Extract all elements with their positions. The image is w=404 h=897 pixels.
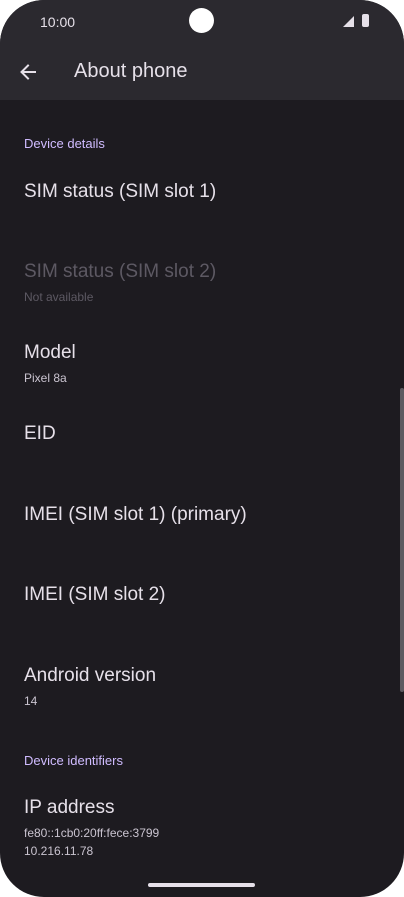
arrow-back-icon [20, 64, 36, 80]
pref-sim-status-slot-2: SIM status (SIM slot 2) Not available [0, 245, 396, 325]
page-title: About phone [74, 60, 188, 82]
pref-model[interactable]: Model Pixel 8a [0, 326, 396, 406]
phone-screen: 10:00 About phone Device details SIM sta… [0, 0, 404, 897]
app-bar: 10:00 About phone [0, 0, 404, 100]
pref-summary-ipv6: fe80::1cb0:20ff:fece:3799 [24, 826, 160, 840]
camera-cutout [189, 8, 214, 33]
scrollbar[interactable] [400, 388, 404, 692]
section-header-device-identifiers: Device identifiers [24, 753, 123, 768]
back-button[interactable] [8, 52, 48, 92]
pref-summary: 14 [24, 694, 38, 708]
pref-summary: Pixel 8a [24, 371, 67, 385]
pref-title: Model [24, 342, 76, 363]
pref-title: EID [24, 423, 56, 444]
battery-icon [362, 14, 369, 27]
pref-summary: Not available [24, 290, 94, 304]
signal-icon [343, 16, 354, 27]
pref-sim-status-slot-1[interactable]: SIM status (SIM slot 1) [0, 165, 396, 245]
pref-title: IMEI (SIM slot 2) [24, 584, 166, 605]
pref-title: SIM status (SIM slot 1) [24, 181, 217, 202]
pref-title: IP address [24, 797, 115, 818]
pref-ip-address[interactable]: IP address fe80::1cb0:20ff:fece:3799 10.… [0, 781, 396, 861]
pref-title: IMEI (SIM slot 1) (primary) [24, 504, 247, 525]
pref-imei-slot-2[interactable]: IMEI (SIM slot 2) [0, 568, 396, 648]
gesture-nav-handle[interactable] [148, 883, 255, 887]
pref-android-version[interactable]: Android version 14 [0, 649, 396, 729]
status-time: 10:00 [40, 14, 76, 30]
section-header-device-details: Device details [24, 136, 105, 151]
pref-eid[interactable]: EID [0, 407, 396, 487]
pref-title: Android version [24, 665, 157, 686]
pref-imei-slot-1[interactable]: IMEI (SIM slot 1) (primary) [0, 488, 396, 568]
pref-title: SIM status (SIM slot 2) [24, 261, 217, 282]
pref-summary-ipv4: 10.216.11.78 [24, 844, 94, 858]
